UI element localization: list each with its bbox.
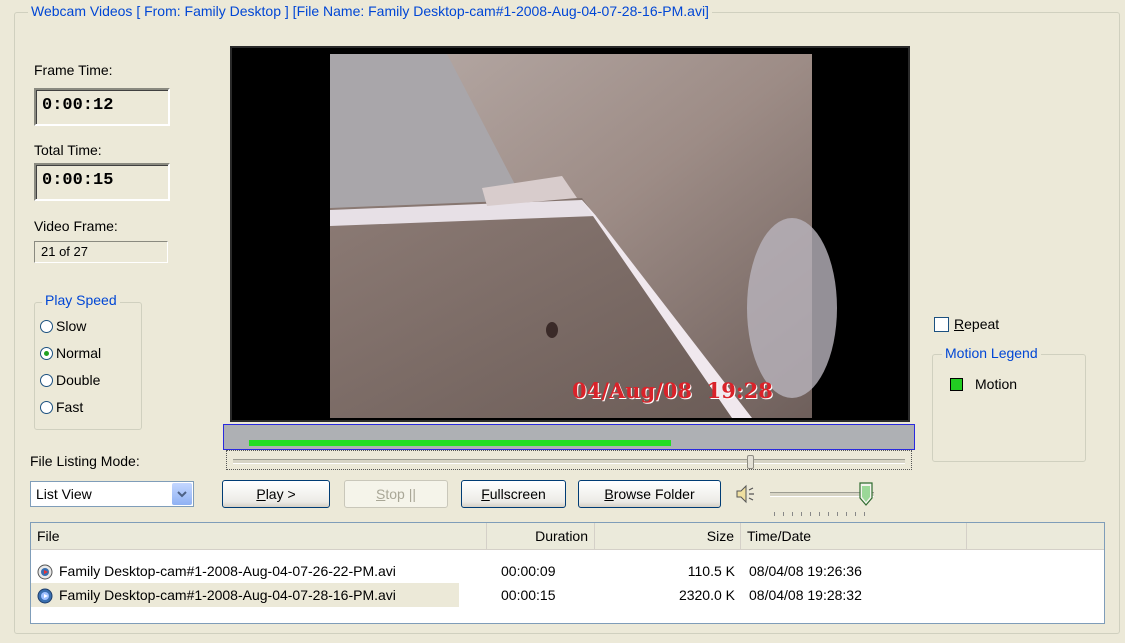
column-header-file[interactable]: File [31,523,487,549]
file-list-header: File Duration Size Time/Date [31,523,1104,550]
frame-time-value: 0:00:12 [34,88,170,126]
play-button-label: Play > [256,486,296,502]
video-timestamp: 04/Aug/08 19:28 [572,378,773,403]
position-slider[interactable] [226,450,912,470]
video-frame-label: Video Frame: [34,218,118,234]
volume-slider[interactable] [766,480,880,520]
radio-fast[interactable] [40,400,53,414]
browse-folder-button[interactable]: Browse Folder [578,480,721,508]
video-display: 04/Aug/08 19:28 [230,46,910,422]
radio-slow[interactable] [40,319,53,333]
repeat-checkbox[interactable] [934,316,949,332]
table-row[interactable]: Family Desktop-cam#1-2008-Aug-04-07-26-2… [31,559,1104,583]
motion-progress-fill [249,440,671,446]
play-button[interactable]: Play > [222,480,330,508]
motion-progress-bar [223,424,915,450]
motion-legend-group [932,354,1086,462]
file-duration: 00:00:09 [501,563,556,579]
file-date: 08/04/08 19:26:36 [749,563,862,579]
table-row[interactable]: Family Desktop-cam#1-2008-Aug-04-07-28-1… [31,583,1104,607]
file-size: 2320.0 K [678,587,735,603]
file-duration: 00:00:15 [501,587,556,603]
motion-legend-title: Motion Legend [942,345,1041,361]
file-listing-value: List View [36,486,92,502]
video-frame-value: 21 of 27 [34,241,168,263]
column-header-duration[interactable]: Duration [487,523,595,549]
file-listing-select[interactable]: List View [30,481,194,507]
play-speed-title: Play Speed [42,292,120,308]
column-header-size[interactable]: Size [595,523,741,549]
total-time-label: Total Time: [34,142,102,158]
motion-color-swatch [950,377,963,391]
repeat-label: Repeat [954,316,1000,332]
frame-time-label: Frame Time: [34,62,113,78]
speaker-icon[interactable] [735,484,757,504]
total-time-value: 0:00:15 [34,163,170,201]
speed-normal-option[interactable]: Normal [40,345,101,361]
position-slider-thumb[interactable] [747,455,754,469]
dropdown-arrow-icon[interactable] [172,483,192,505]
file-name: Family Desktop-cam#1-2008-Aug-04-07-28-1… [59,587,396,603]
speed-double-label: Double [56,372,101,388]
radio-double[interactable] [40,373,53,387]
fullscreen-button[interactable]: Fullscreen [461,480,566,508]
video-file-icon [37,587,53,611]
file-listing-label: File Listing Mode: [30,453,140,469]
file-name: Family Desktop-cam#1-2008-Aug-04-07-26-2… [59,563,396,579]
video-frame-image [330,54,837,418]
speed-slow-label: Slow [56,318,87,334]
motion-legend-label: Motion [975,376,1018,392]
repeat-checkbox-row[interactable]: Repeat [934,316,999,332]
browse-folder-button-label: Browse Folder [604,486,695,502]
speed-fast-option[interactable]: Fast [40,399,83,415]
stop-button[interactable]: Stop || [344,480,448,508]
volume-ticks [774,512,872,516]
speed-double-option[interactable]: Double [40,372,100,388]
speed-slow-option[interactable]: Slow [40,318,86,334]
speed-normal-label: Normal [56,345,102,361]
file-size: 110.5 K [687,563,735,579]
volume-slider-thumb[interactable] [859,482,873,506]
group-title: Webcam Videos [ From: Family Desktop ] [… [28,3,712,19]
radio-normal[interactable] [40,346,53,360]
fullscreen-button-label: Fullscreen [481,486,546,502]
speed-fast-label: Fast [56,399,84,415]
file-date: 08/04/08 19:28:32 [749,587,862,603]
position-slider-track [233,459,905,464]
column-header-date[interactable]: Time/Date [741,523,967,549]
file-list[interactable]: File Duration Size Time/Date Family Desk… [30,522,1105,624]
motion-legend-item: Motion [950,376,1017,392]
stop-button-label: Stop || [376,486,416,502]
